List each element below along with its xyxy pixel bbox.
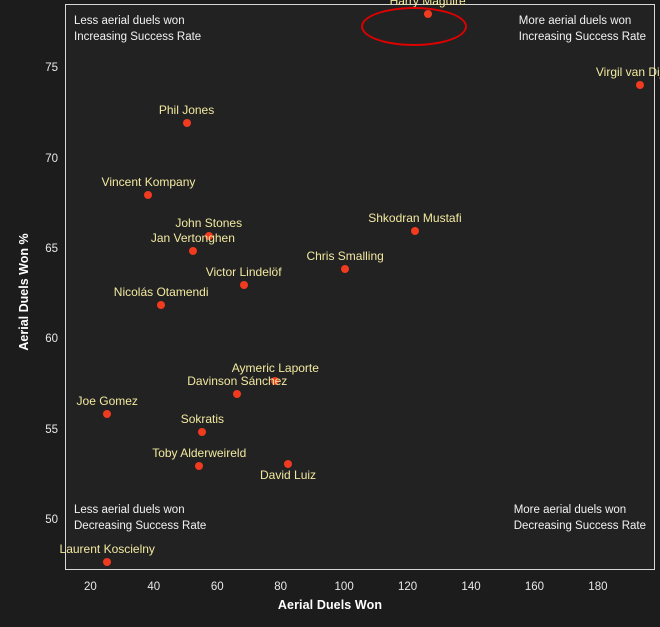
x-tick-label: 180 <box>588 581 608 593</box>
x-tick-label: 60 <box>210 581 224 593</box>
x-axis-title: Aerial Duels Won <box>277 598 383 612</box>
data-point[interactable] <box>284 460 293 469</box>
data-point[interactable] <box>636 80 645 89</box>
data-point-label: John Stones <box>175 216 243 231</box>
quadrant-note-line: Less aerial duels won <box>74 504 185 516</box>
quadrant-note-line: Increasing Success Rate <box>518 31 646 43</box>
data-point-label: Toby Alderweireld <box>152 446 247 461</box>
data-point-label: Harry Maguire <box>389 0 466 9</box>
quadrant-note-line: Less aerial duels won <box>74 15 185 27</box>
data-point-label: Nicolás Otamendi <box>113 285 209 300</box>
data-point[interactable] <box>195 462 204 471</box>
x-tick-label: 20 <box>83 581 97 593</box>
quadrant-note-line: Increasing Success Rate <box>74 31 202 43</box>
data-point[interactable] <box>157 301 166 310</box>
x-tick-label: 120 <box>397 581 418 593</box>
data-point-label: Phil Jones <box>158 102 215 117</box>
data-point[interactable] <box>198 427 207 436</box>
data-point-label: Laurent Koscielny <box>59 541 155 556</box>
data-point[interactable] <box>103 409 112 418</box>
x-tick-label: 160 <box>524 581 545 593</box>
data-point-label: Davinson Sánchez <box>187 373 288 388</box>
y-tick-label: 75 <box>45 62 58 75</box>
data-point[interactable] <box>144 190 153 199</box>
x-tick-label: 100 <box>334 581 354 593</box>
quadrant-note-top-left: Less aerial duels won Increasing Success … <box>74 13 201 45</box>
data-point[interactable] <box>233 389 242 398</box>
data-point-label: Sokratis <box>180 411 225 426</box>
quadrant-note-line: More aerial duels won <box>518 15 632 27</box>
plot-area: Harry Maguire Virgil van Dijk Phil Jones Vi… <box>60 0 660 570</box>
data-point-label: Vincent Kompany <box>101 174 196 189</box>
y-tick-label: 50 <box>45 514 58 527</box>
data-point-label: Chris Smalling <box>306 249 384 263</box>
data-point[interactable] <box>182 118 191 127</box>
data-point[interactable] <box>410 227 419 236</box>
quadrant-note-line: Decreasing Success Rate <box>74 520 207 532</box>
data-point-label: Shkodran Mustafi <box>368 211 462 226</box>
data-point-label: Joe Gomez <box>76 393 138 408</box>
x-tick-label: 140 <box>461 581 481 593</box>
data-point-label: Jan Vertonghen <box>150 230 235 245</box>
data-point-label: David Luiz <box>260 468 317 483</box>
data-point[interactable] <box>103 557 112 566</box>
quadrant-note-line: More aerial duels won <box>513 504 627 516</box>
x-tick-label: 80 <box>274 581 288 593</box>
quadrant-note-top-right: More aerial duels won Increasing Success … <box>519 13 646 45</box>
data-point[interactable] <box>188 246 197 255</box>
quadrant-note-line: Decreasing Success Rate <box>513 520 646 532</box>
data-point[interactable] <box>239 281 248 290</box>
quadrant-note-bottom-right: More aerial duels won Decreasing Success … <box>514 502 646 534</box>
data-point[interactable] <box>423 10 432 19</box>
scatter-chart: Harry Maguire Virgil van Dijk Phil Jones Vi… <box>0 0 660 627</box>
y-axis-title: Aerial Duels Won % <box>17 233 31 351</box>
data-point-label: Victor Lindelöf <box>205 265 282 280</box>
data-point-label: Virgil van Dijk <box>595 64 660 79</box>
x-tick-label: 40 <box>147 581 161 593</box>
quadrant-note-bottom-left: Less aerial duels won Decreasing Success … <box>74 502 206 534</box>
y-tick-label: 55 <box>45 423 58 436</box>
data-point[interactable] <box>341 265 350 273</box>
